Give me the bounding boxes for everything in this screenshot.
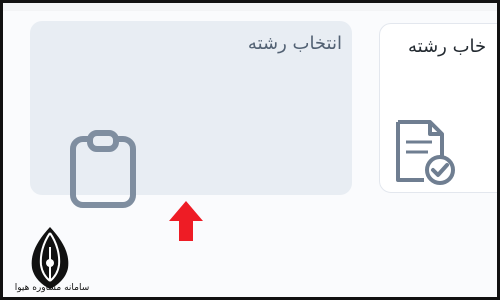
major-selection-card-secondary[interactable]: خاب رشته — [379, 23, 497, 193]
major-selection-card-title: انتخاب رشته — [247, 33, 342, 54]
red-up-arrow-icon — [169, 201, 203, 241]
pen-nib-logo-icon — [21, 225, 79, 291]
screenshot-frame: انتخاب رشته خاب رشته سامانه مشاوره هیوا — [0, 0, 500, 300]
brand-name: سامانه مشاوره هیوا — [14, 283, 90, 293]
document-check-icon — [390, 116, 458, 186]
clipboard-icon — [68, 129, 138, 211]
major-selection-card[interactable]: انتخاب رشته — [30, 21, 352, 208]
top-strip — [3, 3, 497, 11]
major-selection-card-secondary-title: خاب رشته — [408, 36, 487, 57]
